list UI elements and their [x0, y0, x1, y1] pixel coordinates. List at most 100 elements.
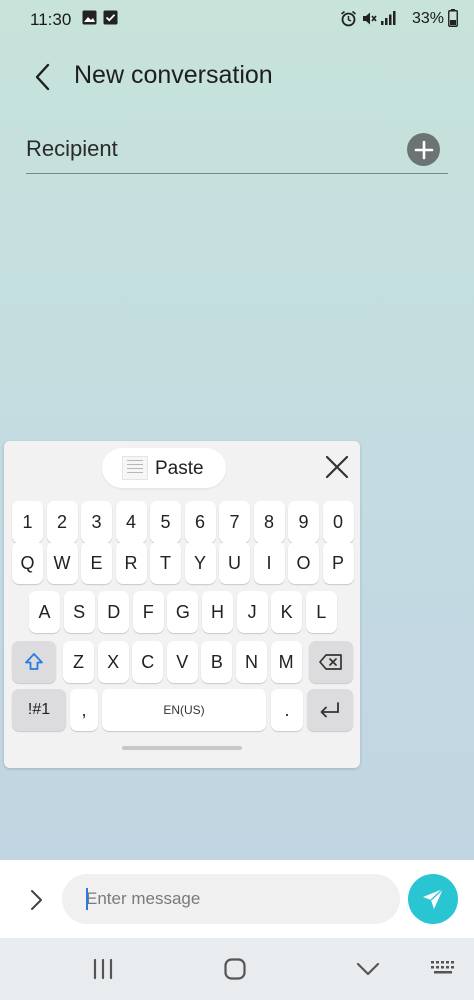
key-p[interactable]: P	[322, 542, 354, 584]
key-label: P	[331, 552, 344, 573]
period-label: .	[284, 699, 290, 720]
key-f[interactable]: F	[132, 591, 164, 633]
key-label: 5	[160, 511, 171, 532]
key-s[interactable]: S	[63, 591, 95, 633]
chevron-right-icon[interactable]	[26, 887, 46, 913]
space-key[interactable]: EN(US)	[102, 689, 266, 731]
key-label: A	[38, 601, 51, 622]
key-label: 2	[56, 511, 67, 532]
enter-icon	[320, 702, 339, 718]
paste-button[interactable]: Paste	[102, 448, 226, 488]
key-5[interactable]: 5	[150, 501, 181, 543]
key-label: F	[142, 601, 154, 622]
comma-label: ,	[81, 699, 87, 720]
key-label: K	[280, 601, 293, 622]
key-r[interactable]: R	[115, 542, 147, 584]
key-label: 1	[22, 511, 33, 532]
recipient-row	[26, 128, 448, 174]
home-icon[interactable]	[218, 956, 252, 982]
page-title: New conversation	[74, 61, 273, 89]
key-3[interactable]: 3	[81, 501, 112, 543]
key-j[interactable]: J	[236, 591, 268, 633]
clipboard-thumbnail	[122, 456, 148, 480]
key-2[interactable]: 2	[46, 501, 78, 543]
key-label: H	[211, 601, 224, 622]
key-label: V	[176, 651, 189, 672]
message-input[interactable]	[86, 886, 376, 912]
key-0[interactable]: 0	[322, 501, 354, 543]
key-label: 6	[194, 511, 205, 532]
key-label: 3	[91, 511, 102, 532]
navigation-bar	[0, 938, 474, 1000]
key-x[interactable]: X	[97, 641, 129, 683]
key-b[interactable]: B	[201, 641, 233, 683]
key-label: X	[107, 651, 120, 672]
key-label: L	[316, 601, 327, 622]
key-label: B	[210, 651, 223, 672]
back-button[interactable]	[28, 58, 62, 96]
key-1[interactable]: 1	[12, 501, 43, 543]
key-y[interactable]: Y	[184, 542, 216, 584]
keyboard-icon[interactable]	[428, 956, 462, 982]
key-n[interactable]: N	[236, 641, 267, 683]
back-icon[interactable]	[351, 956, 385, 982]
key-g[interactable]: G	[167, 591, 199, 633]
key-e[interactable]: E	[81, 542, 112, 584]
key-label: O	[296, 552, 311, 573]
alarm-icon	[340, 10, 357, 27]
check-box-icon	[103, 10, 118, 25]
status-bar: 11:30 33%	[0, 0, 474, 38]
key-m[interactable]: M	[270, 641, 302, 683]
key-label: G	[175, 601, 190, 622]
key-u[interactable]: U	[219, 542, 250, 584]
shift-key[interactable]	[12, 641, 56, 683]
key-z[interactable]: Z	[63, 641, 94, 683]
key-8[interactable]: 8	[253, 501, 285, 543]
key-label: E	[90, 552, 103, 573]
period-key[interactable]: .	[271, 689, 303, 731]
close-icon[interactable]	[320, 450, 354, 484]
key-label: Z	[73, 651, 84, 672]
key-label: 4	[125, 511, 136, 532]
symbols-label: !#1	[27, 701, 51, 718]
enter-key[interactable]	[307, 689, 353, 731]
key-c[interactable]: C	[132, 641, 164, 683]
mute-icon	[363, 12, 377, 25]
backspace-key[interactable]	[309, 641, 353, 683]
send-icon	[423, 888, 444, 909]
add-recipient-button[interactable]	[407, 133, 440, 166]
keyboard: Paste 1 2 3 4 5 6 7 8 9 0 QWER T Y U I OP A SDFGH J K L Z XCVB…	[4, 441, 360, 768]
key-label: 0	[332, 511, 343, 532]
key-l[interactable]: L	[305, 591, 337, 633]
key-label: I	[266, 552, 272, 573]
key-label: U	[228, 552, 241, 573]
key-i[interactable]: I	[253, 542, 285, 584]
recent-apps-icon[interactable]	[86, 956, 120, 982]
key-w[interactable]: W	[46, 542, 78, 584]
key-label: N	[245, 651, 258, 672]
key-7[interactable]: 7	[219, 501, 250, 543]
send-button[interactable]	[408, 874, 458, 924]
recipient-input[interactable]	[26, 134, 386, 164]
key-4[interactable]: 4	[115, 501, 147, 543]
signal-icon	[381, 11, 396, 25]
key-q[interactable]: Q	[12, 542, 43, 584]
key-h[interactable]: H	[202, 591, 233, 633]
key-d[interactable]: D	[98, 591, 130, 633]
key-label: 7	[229, 511, 240, 532]
key-a[interactable]: A	[29, 591, 60, 633]
key-o[interactable]: O	[288, 542, 319, 584]
keyboard-handle[interactable]	[122, 746, 242, 750]
shift-icon	[25, 653, 43, 670]
key-t[interactable]: T	[150, 542, 181, 584]
symbols-key[interactable]: !#1	[12, 689, 66, 731]
image-icon	[82, 10, 97, 25]
key-9[interactable]: 9	[288, 501, 319, 543]
key-v[interactable]: V	[166, 641, 198, 683]
key-6[interactable]: 6	[184, 501, 216, 543]
key-k[interactable]: K	[271, 591, 303, 633]
message-input-wrap	[62, 874, 400, 924]
comma-key[interactable]: ,	[70, 689, 98, 731]
key-label: S	[73, 601, 86, 622]
key-label: M	[278, 651, 294, 672]
